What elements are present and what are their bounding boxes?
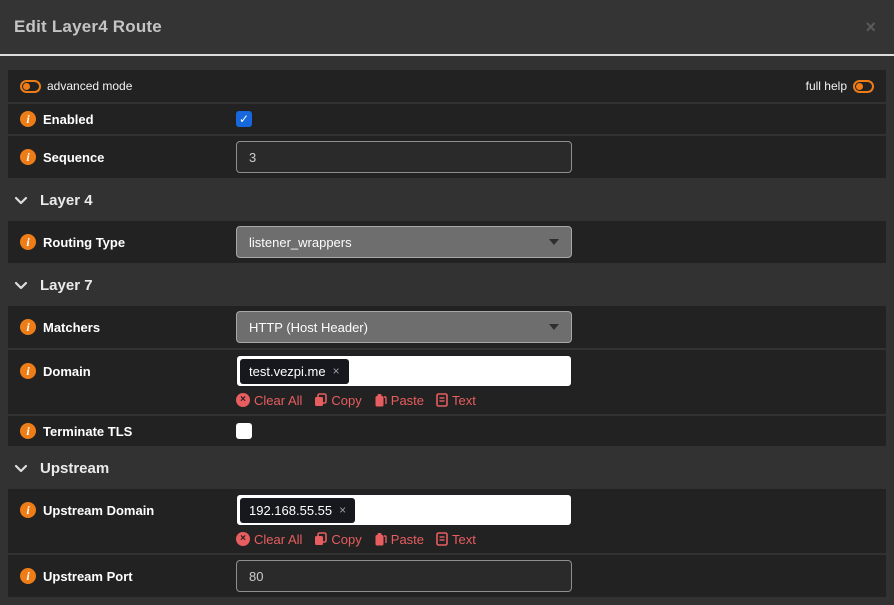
text-file-icon [436,393,448,407]
upstream-port-label: Upstream Port [43,569,133,584]
domain-tag-input[interactable]: test.vezpi.me × [236,355,572,387]
toggle-icon [853,80,874,93]
copy-label: Copy [331,393,361,408]
paste-label: Paste [391,393,424,408]
field-row-routing-type: i Routing Type listener_wrappers [8,221,886,263]
paste-icon [374,393,387,407]
info-icon[interactable]: i [20,502,36,518]
info-icon[interactable]: i [20,111,36,127]
routing-type-label: Routing Type [43,235,125,250]
full-help-label: full help [806,79,847,93]
section-upstream[interactable]: Upstream [8,448,886,489]
matchers-value: HTTP (Host Header) [249,320,368,335]
info-icon[interactable]: i [20,234,36,250]
sequence-label: Sequence [43,150,104,165]
chevron-down-icon [14,464,28,473]
caret-down-icon [549,324,559,330]
clear-all-icon: × [236,393,250,407]
section-title: Layer 4 [40,192,93,209]
field-row-terminate-tls: i Terminate TLS [8,416,886,446]
paste-icon [374,532,387,546]
matchers-select[interactable]: HTTP (Host Header) [236,311,572,343]
info-icon[interactable]: i [20,568,36,584]
section-layer7[interactable]: Layer 7 [8,265,886,306]
clear-all-button[interactable]: × Clear All [236,532,302,547]
upstream-domain-tag-input[interactable]: 192.168.55.55 × [236,494,572,526]
upstream-domain-label: Upstream Domain [43,503,154,518]
clear-all-label: Clear All [254,393,302,408]
field-row-domain: i Domain test.vezpi.me × × Clear All [8,350,886,414]
section-title: Layer 7 [40,277,93,294]
info-icon[interactable]: i [20,423,36,439]
clear-all-icon: × [236,532,250,546]
chevron-down-icon [14,196,28,205]
matchers-label: Matchers [43,320,100,335]
upstream-port-input[interactable] [236,560,572,592]
sequence-input[interactable] [236,141,572,173]
text-label: Text [452,532,476,547]
check-icon: ✓ [239,113,249,125]
advanced-mode-toggle[interactable]: advanced mode [20,79,132,93]
text-label: Text [452,393,476,408]
modal-header: Edit Layer4 Route × [0,0,894,56]
routing-type-value: listener_wrappers [249,235,352,250]
close-icon[interactable]: × [865,18,876,36]
field-row-upstream-port: i Upstream Port [8,555,886,597]
info-icon[interactable]: i [20,149,36,165]
modal-title: Edit Layer4 Route [14,17,162,37]
tag-remove-icon[interactable]: × [339,504,346,516]
domain-tag-text: test.vezpi.me [249,364,326,379]
upstream-domain-tag-text: 192.168.55.55 [249,503,332,518]
field-row-sequence: i Sequence [8,136,886,178]
upstream-domain-tag: 192.168.55.55 × [240,498,355,523]
upstream-domain-tag-actions: × Clear All Copy Paste [236,530,572,548]
copy-button[interactable]: Copy [314,393,361,408]
modal-body: advanced mode full help i Enabled ✓ i Se… [0,56,894,597]
terminate-tls-label: Terminate TLS [43,424,132,439]
field-row-upstream-domain: i Upstream Domain 192.168.55.55 × × Clea… [8,489,886,553]
text-file-icon [436,532,448,546]
section-layer4[interactable]: Layer 4 [8,180,886,221]
enabled-checkbox[interactable]: ✓ [236,111,252,127]
paste-button[interactable]: Paste [374,393,424,408]
chevron-down-icon [14,281,28,290]
field-row-enabled: i Enabled ✓ [8,104,886,134]
enabled-label: Enabled [43,112,94,127]
domain-tag-actions: × Clear All Copy Paste [236,391,572,409]
copy-icon [314,532,327,546]
info-icon[interactable]: i [20,319,36,335]
section-title: Upstream [40,460,109,477]
routing-type-select[interactable]: listener_wrappers [236,226,572,258]
tag-remove-icon[interactable]: × [333,365,340,377]
info-icon[interactable]: i [20,363,36,379]
clear-all-label: Clear All [254,532,302,547]
terminate-tls-checkbox[interactable] [236,423,252,439]
paste-button[interactable]: Paste [374,532,424,547]
caret-down-icon [549,239,559,245]
text-button[interactable]: Text [436,532,476,547]
copy-icon [314,393,327,407]
copy-label: Copy [331,532,361,547]
clear-all-button[interactable]: × Clear All [236,393,302,408]
advanced-mode-label: advanced mode [47,79,132,93]
domain-tag: test.vezpi.me × [240,359,349,384]
paste-label: Paste [391,532,424,547]
toggle-icon [20,80,41,93]
full-help-toggle[interactable]: full help [806,79,874,93]
text-button[interactable]: Text [436,393,476,408]
mode-bar: advanced mode full help [8,70,886,102]
domain-label: Domain [43,364,91,379]
copy-button[interactable]: Copy [314,532,361,547]
field-row-matchers: i Matchers HTTP (Host Header) [8,306,886,348]
